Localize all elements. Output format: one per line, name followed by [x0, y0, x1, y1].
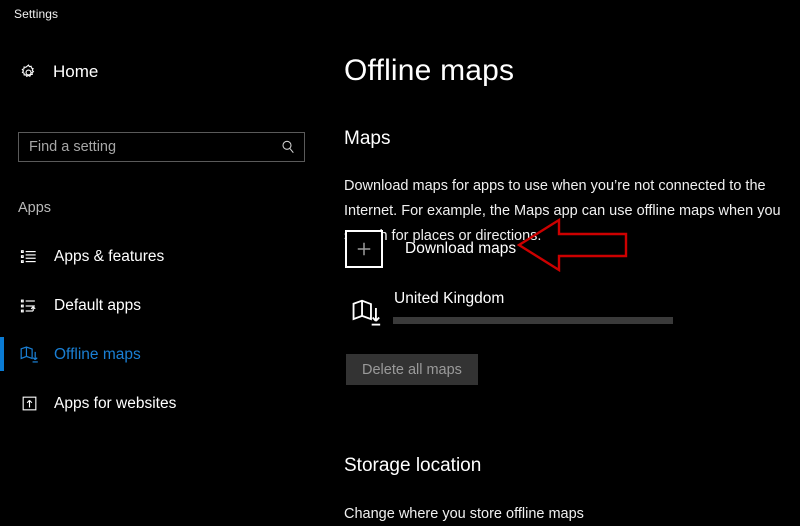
list-arrow-icon [17, 294, 41, 318]
sidebar-item-apps-features[interactable]: Apps & features [0, 232, 322, 281]
sidebar: Home Apps [0, 28, 322, 500]
sidebar-item-label: Offline maps [54, 345, 141, 363]
sidebar-item-offline-maps[interactable]: Offline maps [0, 330, 322, 379]
sidebar-nav: Apps & features Default apps Offline map… [0, 232, 322, 428]
page-title: Offline maps [344, 54, 515, 87]
settings-window: Settings Home Apps [0, 0, 800, 522]
list-icon [17, 245, 41, 269]
selection-indicator [0, 337, 4, 371]
search-box[interactable] [18, 132, 305, 162]
maps-section-heading: Maps [344, 128, 391, 149]
delete-all-maps-button[interactable]: Delete all maps [346, 354, 478, 385]
search-icon[interactable] [274, 133, 302, 161]
sidebar-home-label: Home [53, 62, 99, 81]
map-name: United Kingdom [394, 290, 505, 307]
storage-description: Change where you store offline maps [344, 506, 584, 522]
external-link-icon [17, 392, 41, 416]
plus-icon[interactable] [345, 230, 383, 268]
sidebar-item-home[interactable]: Home [0, 54, 322, 90]
download-progress-bar [393, 317, 673, 324]
title-bar: Settings [0, 0, 800, 28]
gear-icon [17, 61, 39, 83]
sidebar-item-label: Apps for websites [54, 394, 177, 412]
window-title: Settings [14, 7, 59, 21]
main-content: Offline maps Maps Download maps for apps… [344, 28, 800, 522]
sidebar-group-label: Apps [18, 200, 52, 216]
search-input[interactable] [19, 133, 274, 161]
download-maps-label: Download maps [405, 240, 517, 257]
download-maps-button[interactable]: Download maps [345, 230, 516, 268]
sidebar-item-default-apps[interactable]: Default apps [0, 281, 322, 330]
sidebar-item-label: Default apps [54, 296, 142, 314]
sidebar-item-label: Apps & features [54, 247, 165, 265]
map-download-icon [17, 343, 41, 367]
storage-section-heading: Storage location [344, 455, 482, 476]
sidebar-item-apps-for-websites[interactable]: Apps for websites [0, 379, 322, 428]
map-download-icon [350, 296, 384, 330]
